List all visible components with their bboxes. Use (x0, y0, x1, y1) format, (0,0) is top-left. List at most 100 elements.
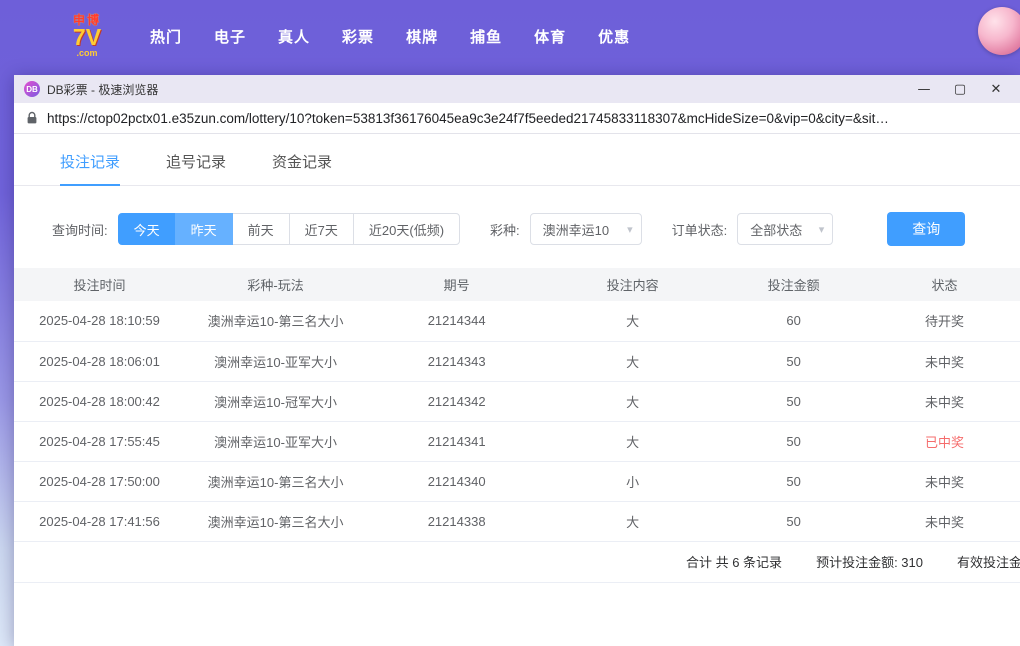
top-nav: 热门 电子 真人 彩票 棋牌 捕鱼 体育 优惠 (150, 26, 630, 47)
cell-status: 未中奖 (869, 381, 1020, 422)
chevron-down-icon: ▾ (627, 223, 633, 236)
user-avatar[interactable] (978, 7, 1020, 55)
minimize-button[interactable]: — (906, 76, 942, 102)
col-header-投注金额: 投注金额 (718, 268, 870, 301)
site-logo[interactable]: 申博 7V .com (58, 14, 116, 58)
filter-bar: 查询时间: 今天 昨天 前天 近7天 近20天(低频) 彩种: 澳洲幸运10 ▾ 订单状… (52, 212, 1020, 246)
tab-追号记录[interactable]: 追号记录 (166, 151, 226, 185)
window-title: DB彩票 - 极速浏览器 (47, 82, 159, 97)
table-header-row: 投注时间 彩种-玩法 期号 投注内容 投注金额 状态 (14, 268, 1020, 301)
nav-item-捕鱼[interactable]: 捕鱼 (470, 26, 502, 47)
col-header-状态: 状态 (869, 268, 1020, 301)
window-controls: — ▢ ✕ (906, 76, 1014, 102)
cell-bet-time: 2025-04-28 17:50:00 (14, 461, 186, 502)
table-row: 2025-04-28 17:55:45 澳洲幸运10-亚军大小 21214341 大 5… (14, 421, 1020, 462)
summary-bar: 合计 共 6 条记录 预计投注金额: 310 有效投注金 (14, 542, 1020, 583)
cell-bet-content: 大 (547, 421, 719, 462)
cell-status: 未中奖 (869, 501, 1020, 542)
cell-bet-content: 大 (547, 501, 719, 542)
cell-issue-number: 21214342 (366, 381, 548, 422)
time-filter-label: 查询时间: (52, 222, 108, 238)
cell-lottery-play: 澳洲幸运10-第三名大小 (185, 301, 367, 342)
lottery-select-value: 澳洲幸运10 (542, 222, 610, 238)
cell-lottery-play: 澳洲幸运10-第三名大小 (185, 461, 367, 502)
col-header-彩种-玩法: 彩种-玩法 (185, 268, 367, 301)
col-header-投注时间: 投注时间 (14, 268, 186, 301)
cell-bet-amount: 50 (718, 381, 870, 422)
cell-bet-amount: 50 (718, 501, 870, 542)
lottery-select[interactable]: 澳洲幸运10 ▾ (529, 213, 642, 245)
cell-lottery-play: 澳洲幸运10-冠军大小 (185, 381, 367, 422)
cell-bet-time: 2025-04-28 17:55:45 (14, 421, 186, 462)
time-button-近20天(低频)[interactable]: 近20天(低频) (352, 213, 461, 245)
cell-bet-time: 2025-04-28 18:10:59 (14, 301, 186, 342)
cell-bet-time: 2025-04-28 17:41:56 (14, 501, 186, 542)
url-text[interactable]: https://ctop02pctx01.e35zun.com/lottery/… (47, 111, 889, 126)
cell-status: 未中奖 (869, 461, 1020, 502)
nav-item-彩票[interactable]: 彩票 (342, 26, 374, 47)
cell-status: 未中奖 (869, 341, 1020, 382)
time-button-昨天[interactable]: 昨天 (174, 213, 233, 245)
cell-status: 已中奖 (869, 421, 1020, 462)
maximize-button[interactable]: ▢ (942, 76, 978, 102)
cell-bet-content: 大 (547, 301, 719, 342)
cell-bet-amount: 50 (718, 341, 870, 382)
tab-资金记录[interactable]: 资金记录 (272, 151, 332, 185)
cell-lottery-play: 澳洲幸运10-亚军大小 (185, 421, 367, 462)
lock-icon (26, 111, 38, 125)
cell-issue-number: 21214340 (366, 461, 548, 502)
order-status-filter-label: 订单状态: (671, 222, 728, 238)
window-titlebar[interactable]: DB DB彩票 - 极速浏览器 — ▢ ✕ (14, 75, 1020, 103)
order-status-select[interactable]: 全部状态 ▾ (737, 213, 834, 245)
cell-issue-number: 21214344 (366, 301, 548, 342)
nav-item-热门[interactable]: 热门 (150, 26, 182, 47)
nav-item-真人[interactable]: 真人 (278, 26, 310, 47)
time-button-今天[interactable]: 今天 (117, 213, 176, 245)
order-status-select-value: 全部状态 (750, 222, 803, 238)
table-row: 2025-04-28 18:06:01 澳洲幸运10-亚军大小 21214343 大 5… (14, 341, 1020, 382)
bet-records-table: 投注时间 彩种-玩法 期号 投注内容 投注金额 状态 2025-04-28 18:10:5… (14, 268, 1020, 542)
browser-window: DB DB彩票 - 极速浏览器 — ▢ ✕ https://ctop02pctx… (14, 75, 1020, 646)
table-row: 2025-04-28 18:00:42 澳洲幸运10-冠军大小 21214342 大 5… (14, 381, 1020, 422)
nav-item-体育[interactable]: 体育 (534, 26, 566, 47)
cell-bet-content: 大 (547, 381, 719, 422)
cell-issue-number: 21214343 (366, 341, 548, 382)
table-body: 2025-04-28 18:10:59 澳洲幸运10-第三名大小 21214344 大… (14, 301, 1020, 542)
close-button[interactable]: ✕ (978, 76, 1014, 102)
cell-bet-time: 2025-04-28 18:06:01 (14, 341, 186, 382)
summary-expected-amount: 预计投注金额: 310 (816, 555, 923, 570)
nav-item-棋牌[interactable]: 棋牌 (406, 26, 438, 47)
time-button-前天[interactable]: 前天 (231, 213, 290, 245)
page-content: 投注记录 追号记录 资金记录 查询时间: 今天 昨天 前天 近7天 近20天(低频) 彩种:… (14, 134, 1020, 646)
cell-bet-content: 小 (547, 461, 719, 502)
summary-valid-amount: 有效投注金 (956, 555, 1020, 570)
logo-text-bottom: .com (76, 48, 98, 58)
chevron-down-icon: ▾ (818, 223, 825, 236)
cell-issue-number: 21214341 (366, 421, 548, 462)
nav-item-优惠[interactable]: 优惠 (598, 26, 630, 47)
cell-bet-amount: 50 (718, 421, 870, 462)
nav-item-电子[interactable]: 电子 (214, 26, 246, 47)
time-button-group: 今天 昨天 前天 近7天 近20天(低频) (117, 213, 461, 245)
table-row: 2025-04-28 18:10:59 澳洲幸运10-第三名大小 21214344 大… (14, 301, 1020, 342)
cell-lottery-play: 澳洲幸运10-亚军大小 (185, 341, 367, 382)
cell-bet-content: 大 (547, 341, 719, 382)
col-header-投注内容: 投注内容 (547, 268, 719, 301)
lottery-filter-label: 彩种: (490, 222, 520, 238)
cell-bet-time: 2025-04-28 18:00:42 (14, 381, 186, 422)
table-row: 2025-04-28 17:50:00 澳洲幸运10-第三名大小 21214340 小… (14, 461, 1020, 502)
tab-投注记录[interactable]: 投注记录 (60, 151, 121, 186)
top-navbar: 申博 7V .com 热门 电子 真人 彩票 棋牌 捕鱼 体育 优惠 (0, 0, 1020, 72)
tabs: 投注记录 追号记录 资金记录 (14, 134, 1020, 186)
logo-text-mid: 7V (72, 24, 102, 50)
cell-bet-amount: 60 (718, 301, 870, 342)
favicon-icon: DB (24, 81, 40, 97)
time-button-近7天[interactable]: 近7天 (288, 213, 354, 245)
cell-lottery-play: 澳洲幸运10-第三名大小 (185, 501, 367, 542)
col-header-期号: 期号 (366, 268, 548, 301)
address-bar[interactable]: https://ctop02pctx01.e35zun.com/lottery/… (14, 103, 1020, 134)
cell-issue-number: 21214338 (366, 501, 548, 542)
search-button[interactable]: 查询 (887, 212, 966, 246)
summary-total-records: 合计 共 6 条记录 (685, 555, 783, 570)
cell-bet-amount: 50 (718, 461, 870, 502)
